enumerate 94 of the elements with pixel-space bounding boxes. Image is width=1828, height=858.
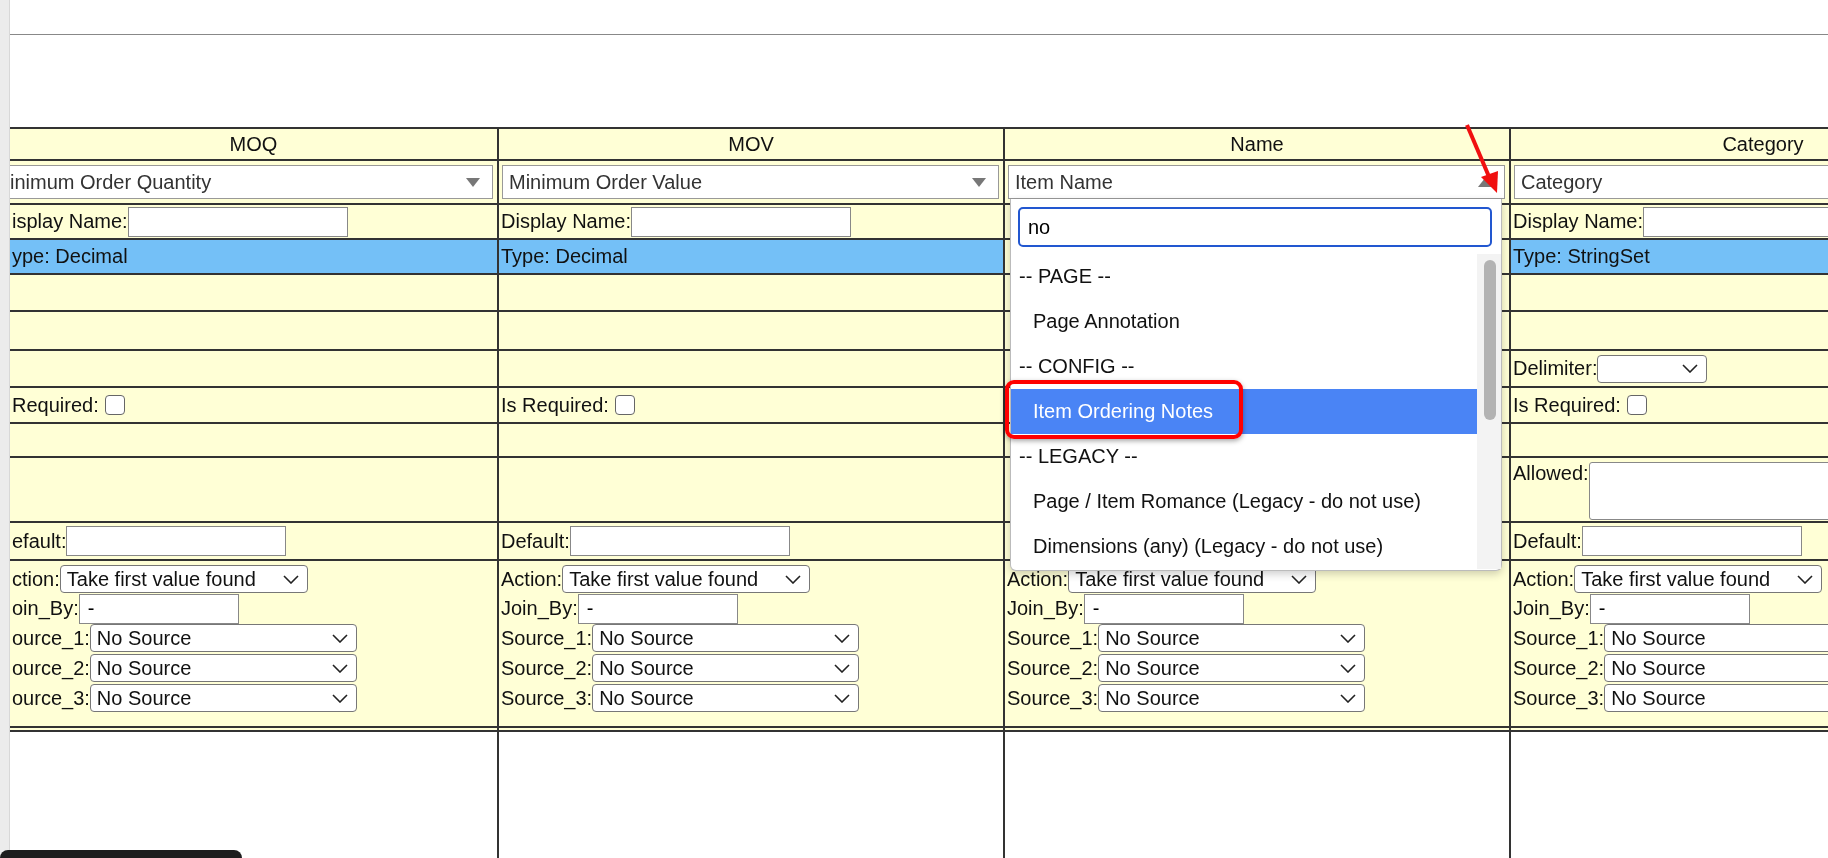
chevron-icon	[1340, 633, 1357, 643]
field-label: Source_3:	[1007, 686, 1099, 710]
chevron-icon	[331, 663, 348, 673]
field-label: Required:	[12, 393, 99, 417]
field-label: isplay Name:	[12, 210, 128, 233]
text-field[interactable]: -	[577, 593, 738, 624]
field-label: Is Required:	[1513, 393, 1621, 417]
source-select[interactable]: No Source	[1604, 654, 1828, 682]
field-label: Display Name:	[1513, 210, 1644, 233]
field-label: Source_3:	[501, 686, 593, 710]
mapping-select[interactable]: inimum Order Quantity	[10, 165, 493, 199]
checkbox[interactable]	[104, 395, 125, 415]
chevron-icon	[331, 633, 348, 643]
field-label: Source_3:	[1513, 686, 1605, 710]
delimiter-select[interactable]	[1597, 354, 1708, 383]
action-select[interactable]: Take first value found	[562, 565, 811, 593]
field-label: oin_By:	[12, 597, 79, 620]
text-field[interactable]: -	[1083, 593, 1244, 624]
field-label: Source_1:	[501, 626, 593, 650]
search-field[interactable]: no	[1018, 207, 1492, 247]
field-label: Is Required:	[501, 393, 609, 417]
field-label: Source_2:	[1007, 656, 1099, 680]
type-cell: Type: StringSet	[1511, 240, 1828, 275]
chevron-icon	[1291, 574, 1308, 584]
source-select[interactable]: No Source	[592, 624, 860, 652]
field-label: Source_1:	[1513, 626, 1605, 650]
field-label: Join_By:	[1007, 597, 1084, 620]
chevron-icon	[834, 693, 851, 703]
text-field[interactable]	[1581, 526, 1802, 556]
field-label: Default:	[1513, 529, 1582, 553]
field-label: Join_By:	[501, 597, 578, 620]
text-field[interactable]	[569, 526, 790, 556]
text-field[interactable]	[127, 206, 348, 237]
field-label: Delimiter:	[1513, 357, 1598, 380]
text-field[interactable]: -	[1589, 593, 1750, 624]
column-header: MOQ	[229, 132, 278, 156]
field-label: ource_3:	[12, 686, 90, 710]
chevron-icon	[834, 663, 851, 673]
chevron-icon	[785, 574, 802, 584]
field-label: Action:	[1513, 567, 1575, 591]
chevron-icon	[282, 574, 299, 584]
source-select[interactable]: No Source	[1098, 654, 1366, 682]
option-group-label: -- PAGE --	[1018, 264, 1112, 289]
source-select[interactable]: No Source	[1098, 624, 1366, 652]
column-header: Category	[1722, 132, 1804, 156]
text-field[interactable]	[631, 206, 852, 237]
field-label: ction:	[12, 567, 60, 591]
field-label: efault:	[12, 529, 67, 553]
field-label: Source_2:	[1513, 656, 1605, 680]
mapping-select[interactable]: Category	[1514, 165, 1828, 199]
field-label: Join_By:	[1513, 597, 1590, 620]
source-select[interactable]: No Source	[89, 654, 357, 682]
field-label: Action:	[1007, 567, 1069, 591]
source-select[interactable]: No Source	[592, 684, 860, 712]
checkbox[interactable]	[614, 395, 635, 415]
field-label: Default:	[501, 529, 570, 553]
scrollbar[interactable]	[1477, 254, 1501, 569]
chevron-icon	[1797, 574, 1814, 584]
chevron-icon	[1340, 693, 1357, 703]
option-group-label: -- CONFIG --	[1018, 354, 1136, 379]
option-item[interactable]: Page / Item Romance (Legacy - do not use)	[1011, 479, 1477, 524]
action-select[interactable]: Take first value found	[59, 565, 308, 593]
type-cell: Type: Decimal	[499, 240, 1003, 275]
action-select[interactable]: Take first value found	[1574, 565, 1823, 593]
mapping-select[interactable]: Minimum Order Value	[502, 165, 999, 199]
text-field[interactable]	[66, 526, 287, 556]
field-label: ource_2:	[12, 656, 90, 680]
option-item[interactable]: Item Ordering Notes	[1011, 389, 1477, 434]
field-label: ource_1:	[12, 626, 90, 650]
source-select[interactable]: No Source	[592, 654, 860, 682]
option-item[interactable]: Page Annotation	[1011, 299, 1477, 344]
text-field[interactable]	[1643, 206, 1828, 237]
source-select[interactable]: No Source	[89, 624, 357, 652]
column-header: MOV	[728, 132, 774, 156]
field-label: Allowed:	[1513, 462, 1589, 485]
mapping-select[interactable]: Item Name	[1008, 165, 1505, 199]
chevron-icon	[331, 693, 348, 703]
field-label: Action:	[501, 567, 563, 591]
column-header: Name	[1230, 132, 1284, 156]
field-label: Source_2:	[501, 656, 593, 680]
field-label: Source_1:	[1007, 626, 1099, 650]
type-cell: ype: Decimal	[10, 240, 497, 275]
option-group-label: -- LEGACY --	[1018, 444, 1139, 469]
chevron-icon	[1682, 364, 1699, 373]
chevron-icon	[1340, 663, 1357, 673]
source-select[interactable]: No Source	[1604, 684, 1828, 712]
source-select[interactable]: No Source	[1098, 684, 1366, 712]
field-label: Display Name:	[501, 210, 632, 233]
arrow-annotation	[1465, 124, 1498, 193]
text-field[interactable]: -	[78, 593, 239, 624]
chevron-icon	[834, 633, 851, 643]
source-select[interactable]: No Source	[1604, 624, 1828, 652]
source-select[interactable]: No Source	[89, 684, 357, 712]
checkbox[interactable]	[1626, 395, 1647, 415]
